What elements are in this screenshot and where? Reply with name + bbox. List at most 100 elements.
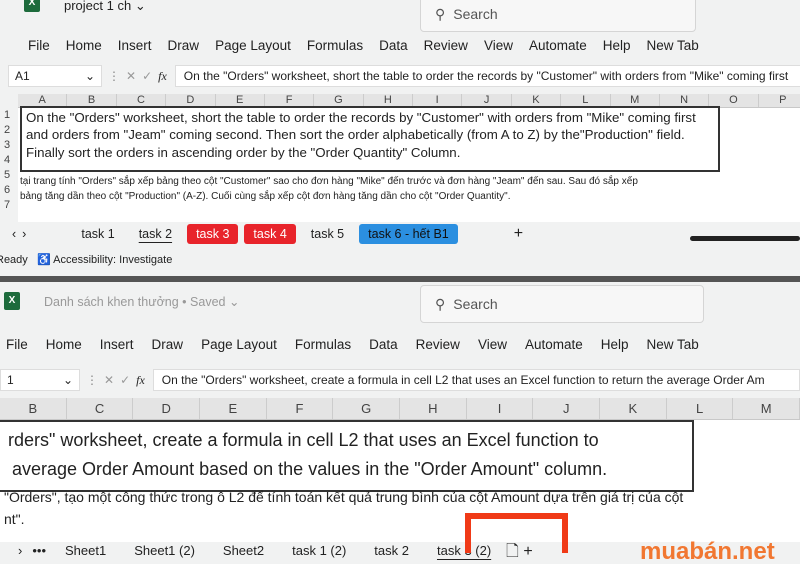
menu-page-layout[interactable]: Page Layout bbox=[215, 38, 291, 53]
merged-cell-a1[interactable]: On the "Orders" worksheet, short the tab… bbox=[20, 106, 720, 172]
sheet-tabs: ‹ › task 1 task 2 task 3 task 4 task 5 task 6 -… bbox=[12, 224, 523, 244]
menu-automate[interactable]: Automate bbox=[529, 38, 587, 53]
menu-help[interactable]: Help bbox=[603, 38, 631, 53]
column-header[interactable]: E bbox=[200, 398, 267, 419]
search-box[interactable]: ⚲ Search bbox=[420, 285, 704, 323]
menu-view[interactable]: View bbox=[478, 337, 507, 352]
vietnamese-note: tại trang tính "Orders" sắp xếp bảng the… bbox=[20, 174, 638, 204]
search-box[interactable]: ⚲ Search bbox=[420, 0, 696, 32]
fx-icon[interactable]: fx bbox=[136, 373, 145, 388]
row-header[interactable]: 2 bbox=[4, 123, 10, 138]
formula-input[interactable]: On the "Orders" worksheet, short the tab… bbox=[174, 65, 800, 87]
sheet-tab[interactable]: Sheet1 bbox=[56, 540, 115, 561]
sheet-tabs: › ••• Sheet1 Sheet1 (2) Sheet2 task 1 (2) task… bbox=[18, 540, 500, 561]
sheet-tab[interactable]: task 3 bbox=[187, 224, 239, 244]
menu-view[interactable]: View bbox=[484, 38, 513, 53]
column-header[interactable]: M bbox=[733, 398, 800, 419]
row-header[interactable]: 7 bbox=[4, 198, 10, 213]
search-icon: ⚲ bbox=[435, 295, 446, 312]
column-header[interactable]: H bbox=[400, 398, 467, 419]
sheet-tab[interactable]: task 2 bbox=[130, 224, 181, 244]
chevron-down-icon: ⌄ bbox=[134, 0, 146, 13]
row-header[interactable]: 5 bbox=[4, 168, 10, 183]
bottom-excel-window: X Danh sách khen thưởng • Saved ⌄ ⚲ Searc… bbox=[0, 282, 800, 564]
add-sheet-button[interactable]: + bbox=[514, 225, 523, 243]
formula-bar: A1 ⌄ ⋮ ✕ ✓ fx On the "Orders" worksheet, … bbox=[8, 65, 800, 87]
formula-input[interactable]: On the "Orders" worksheet, create a form… bbox=[152, 369, 800, 391]
menu-draw[interactable]: Draw bbox=[152, 337, 184, 352]
name-box[interactable]: 1 ⌄ bbox=[0, 369, 80, 391]
menu-file[interactable]: File bbox=[28, 38, 50, 53]
row-header[interactable]: 1 bbox=[4, 108, 10, 123]
row-header[interactable]: 4 bbox=[4, 153, 10, 168]
more-tabs-icon[interactable]: ••• bbox=[32, 543, 46, 558]
column-header[interactable]: B bbox=[0, 398, 67, 419]
status-text: Ready bbox=[0, 254, 28, 266]
name-box[interactable]: A1 ⌄ bbox=[8, 65, 102, 87]
column-header[interactable]: G bbox=[333, 398, 401, 419]
column-header[interactable]: F bbox=[267, 398, 334, 419]
menu-data[interactable]: Data bbox=[379, 38, 408, 53]
column-headers: BCDEFGHIJKLM bbox=[0, 398, 800, 420]
tab-next-icon[interactable]: › bbox=[22, 227, 26, 241]
column-header[interactable]: L bbox=[667, 398, 734, 419]
accessibility-icon: ♿ bbox=[36, 254, 51, 266]
column-header[interactable]: P bbox=[759, 94, 800, 107]
merged-line: On the "Orders" worksheet, short the tab… bbox=[26, 110, 696, 125]
sheet-tab[interactable]: task 2 bbox=[365, 540, 418, 561]
cancel-icon[interactable]: ✕ bbox=[104, 373, 114, 387]
column-header[interactable]: J bbox=[533, 398, 601, 419]
column-header[interactable]: C bbox=[67, 398, 134, 419]
name-box-value: A1 bbox=[15, 69, 30, 83]
sheet-tab[interactable]: task 6 - hết B1 bbox=[359, 224, 458, 244]
title-text: Danh sách khen thưởng • Saved bbox=[44, 295, 226, 309]
menu-formulas[interactable]: Formulas bbox=[307, 38, 363, 53]
menu-draw[interactable]: Draw bbox=[168, 38, 200, 53]
sheet-tab[interactable]: Sheet1 (2) bbox=[125, 540, 204, 561]
merged-cell[interactable]: rders" worksheet, create a formula in ce… bbox=[0, 420, 694, 492]
enter-icon[interactable]: ✓ bbox=[142, 69, 152, 83]
column-header[interactable]: I bbox=[467, 398, 534, 419]
accessibility-status[interactable]: Accessibility: Investigate bbox=[53, 254, 172, 266]
sheet-tab[interactable]: task 5 bbox=[302, 224, 353, 244]
row-header[interactable]: 6 bbox=[4, 183, 10, 198]
merged-line: average Order Amount based on the values… bbox=[12, 459, 608, 479]
menu-page-layout[interactable]: Page Layout bbox=[201, 337, 277, 352]
enter-icon[interactable]: ✓ bbox=[120, 373, 130, 387]
menu-insert[interactable]: Insert bbox=[118, 38, 152, 53]
menu-review[interactable]: Review bbox=[424, 38, 468, 53]
note-line: bảng tăng dần theo cột "Production" (A-Z… bbox=[20, 191, 511, 202]
column-header[interactable]: K bbox=[600, 398, 667, 419]
note-line: nt". bbox=[4, 511, 25, 527]
menu-file[interactable]: File bbox=[6, 337, 28, 352]
search-placeholder: Search bbox=[453, 296, 498, 312]
sheet-tab[interactable]: task 1 (2) bbox=[283, 540, 355, 561]
menu-home[interactable]: Home bbox=[46, 337, 82, 352]
chevron-down-icon: ⌄ bbox=[228, 295, 240, 309]
column-header[interactable]: D bbox=[133, 398, 201, 419]
sheet-tab[interactable]: task 4 bbox=[244, 224, 296, 244]
menu-data[interactable]: Data bbox=[369, 337, 398, 352]
menu-automate[interactable]: Automate bbox=[525, 337, 583, 352]
sheet-tab[interactable]: Sheet2 bbox=[214, 540, 273, 561]
tab-next-icon[interactable]: › bbox=[18, 543, 22, 558]
tab-scroll-handle[interactable] bbox=[690, 236, 800, 241]
row-header[interactable]: 3 bbox=[4, 138, 10, 153]
tab-prev-icon[interactable]: ‹ bbox=[12, 227, 16, 241]
menu-insert[interactable]: Insert bbox=[100, 337, 134, 352]
menu-help[interactable]: Help bbox=[601, 337, 629, 352]
merged-line: and orders from "Jeam" coming second. Th… bbox=[26, 127, 685, 143]
more-icon: ⋮ bbox=[86, 373, 98, 387]
fx-icon[interactable]: fx bbox=[158, 69, 167, 84]
sheet-tab[interactable]: task 1 bbox=[72, 224, 123, 244]
workbook-title[interactable]: Danh sách khen thưởng • Saved ⌄ bbox=[44, 294, 239, 309]
menu-new-tab[interactable]: New Tab bbox=[647, 38, 699, 53]
menu-new-tab[interactable]: New Tab bbox=[647, 337, 699, 352]
menu-formulas[interactable]: Formulas bbox=[295, 337, 351, 352]
menu-home[interactable]: Home bbox=[66, 38, 102, 53]
menu-review[interactable]: Review bbox=[416, 337, 460, 352]
formula-bar: 1 ⌄ ⋮ ✕ ✓ fx On the "Orders" worksheet, c… bbox=[0, 369, 800, 391]
workbook-title[interactable]: project 1 ch ⌄ bbox=[64, 0, 146, 14]
chevron-down-icon: ⌄ bbox=[62, 373, 73, 387]
cancel-icon[interactable]: ✕ bbox=[126, 69, 136, 83]
